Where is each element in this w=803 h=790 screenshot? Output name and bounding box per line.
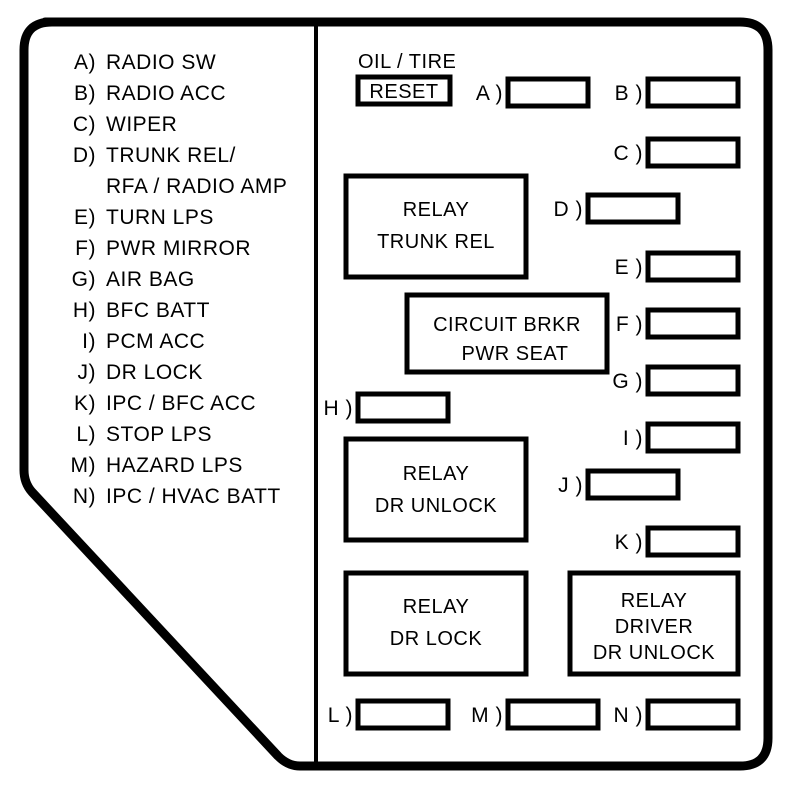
legend-key-i: I) (82, 330, 96, 353)
legend-key-f: F) (75, 237, 96, 260)
legend-label-f: PWR MIRROR (106, 237, 251, 260)
fuse-slot-c-key: C ) (614, 142, 644, 165)
fuse-slot-k[interactable]: K ) (615, 525, 741, 558)
relay-trunk-rel-line1: RELAY (403, 199, 470, 221)
circuit-breaker-line2: PWR SEAT (462, 343, 569, 365)
relay-dr-lock-line1: RELAY (403, 596, 470, 618)
relay-driver-line1: RELAY (621, 590, 688, 612)
legend-key-j: J) (78, 361, 97, 384)
fuse-slot-a[interactable]: A ) (476, 76, 591, 109)
fuse-slot-h-box[interactable] (355, 391, 451, 424)
relay-trunk-rel-line2: TRUNK REL (377, 231, 495, 253)
relay-block-dr-unlock[interactable]: RELAY DR UNLOCK (343, 436, 529, 543)
legend-label-c: WIPER (106, 113, 177, 136)
legend-key-a: A) (74, 51, 96, 74)
fuse-slot-m-key: M ) (471, 704, 503, 727)
legend-key-g: G) (72, 268, 96, 291)
relay-block-dr-lock[interactable]: RELAY DR LOCK (343, 570, 529, 677)
fuse-slot-l-box[interactable] (355, 698, 451, 731)
legend-key-d: D) (73, 144, 96, 167)
legend-label-h: BFC BATT (106, 299, 210, 322)
legend-label-i: PCM ACC (106, 330, 205, 353)
relay-dr-lock-line2: DR LOCK (390, 628, 483, 650)
legend-label-a: RADIO SW (106, 51, 216, 74)
legend-label-l: STOP LPS (106, 423, 212, 446)
relay-block-circuit-breaker[interactable]: CIRCUIT BRKR PWR SEAT (404, 292, 610, 375)
circuit-breaker-line1: CIRCUIT BRKR (433, 314, 581, 336)
legend-label-d-cont: RFA / RADIO AMP (106, 175, 287, 198)
legend-key-k: K) (74, 392, 96, 415)
fuse-slot-d-box[interactable] (585, 192, 681, 225)
fuse-slot-n[interactable]: N ) (614, 698, 741, 731)
fuse-slot-m-box[interactable] (505, 698, 601, 731)
fuse-slot-k-key: K ) (615, 531, 643, 554)
fuse-slot-d[interactable]: D ) (554, 192, 681, 225)
fuse-slot-f[interactable]: F ) (616, 307, 741, 340)
fuse-slot-h[interactable]: H ) (324, 391, 451, 424)
relay-block-trunk-rel[interactable]: RELAY TRUNK REL (343, 173, 529, 280)
legend-key-m: M) (71, 454, 97, 477)
legend-label-b: RADIO ACC (106, 82, 226, 105)
fuse-slot-d-key: D ) (554, 198, 584, 221)
fuse-slot-e-box[interactable] (645, 250, 741, 283)
fuse-slot-a-key: A ) (476, 82, 503, 105)
fuse-slot-l[interactable]: L ) (328, 698, 451, 731)
legend-key-l: L) (76, 423, 96, 446)
legend-label-k: IPC / BFC ACC (106, 392, 256, 415)
legend-label-n: IPC / HVAC BATT (106, 485, 281, 508)
fuse-slot-b-box[interactable] (645, 76, 741, 109)
legend-key-e: E) (74, 206, 96, 229)
diagram-svg: A) RADIO SW B) RADIO ACC C) WIPER D) TRU… (19, 17, 773, 771)
legend-label-m: HAZARD LPS (106, 454, 243, 477)
fuse-slot-j-box[interactable] (585, 468, 681, 501)
fuse-slot-g-key: G ) (612, 370, 643, 393)
fuse-slot-m[interactable]: M ) (471, 698, 601, 731)
fuse-slot-g-box[interactable] (645, 364, 741, 397)
fuse-slot-g[interactable]: G ) (612, 364, 741, 397)
fuse-box-diagram: A) RADIO SW B) RADIO ACC C) WIPER D) TRU… (0, 0, 803, 790)
fuse-slot-l-key: L ) (328, 704, 353, 727)
legend-key-c: C) (73, 113, 96, 136)
fuse-slot-i-key: I ) (623, 427, 643, 450)
fuse-slot-f-key: F ) (616, 313, 643, 336)
fuse-slot-j-key: J ) (558, 474, 583, 497)
fuse-slot-n-key: N ) (614, 704, 644, 727)
relay-dr-lock-box[interactable] (343, 570, 529, 677)
relay-dr-unlock-box[interactable] (343, 436, 529, 543)
relay-block-driver-dr-unlock[interactable]: RELAY DRIVER DR UNLOCK (567, 570, 741, 677)
relay-driver-line2: DRIVER (615, 616, 694, 638)
relay-dr-unlock-line1: RELAY (403, 463, 470, 485)
legend-label-d: TRUNK REL/ (106, 144, 236, 167)
oil-tire-label: OIL / TIRE (358, 51, 456, 73)
fuse-slot-b-key: B ) (615, 82, 643, 105)
relay-dr-unlock-line2: DR UNLOCK (375, 495, 497, 517)
relay-trunk-rel-box[interactable] (343, 173, 529, 280)
fuse-slot-j[interactable]: J ) (558, 468, 681, 501)
relay-driver-line3: DR UNLOCK (593, 642, 715, 664)
fuse-slot-c-box[interactable] (645, 136, 741, 169)
fuse-slot-a-box[interactable] (505, 76, 591, 109)
fuse-slot-n-box[interactable] (645, 698, 741, 731)
legend-label-j: DR LOCK (106, 361, 203, 384)
fuse-slot-e-key: E ) (615, 256, 643, 279)
reset-button-label: RESET (369, 81, 438, 103)
fuse-slot-c[interactable]: C ) (614, 136, 741, 169)
fuse-slot-f-box[interactable] (645, 307, 741, 340)
legend-key-h: H) (73, 299, 96, 322)
legend-label-g: AIR BAG (106, 268, 195, 291)
fuse-slot-h-key: H ) (324, 397, 354, 420)
fuse-slot-k-box[interactable] (645, 525, 741, 558)
fuse-slot-i-box[interactable] (645, 421, 741, 454)
legend-key-n: N) (73, 485, 96, 508)
fuse-slot-i[interactable]: I ) (623, 421, 741, 454)
legend-label-e: TURN LPS (106, 206, 214, 229)
legend-key-b: B) (74, 82, 96, 105)
fuse-slot-e[interactable]: E ) (615, 250, 741, 283)
fuse-slot-b[interactable]: B ) (615, 76, 741, 109)
